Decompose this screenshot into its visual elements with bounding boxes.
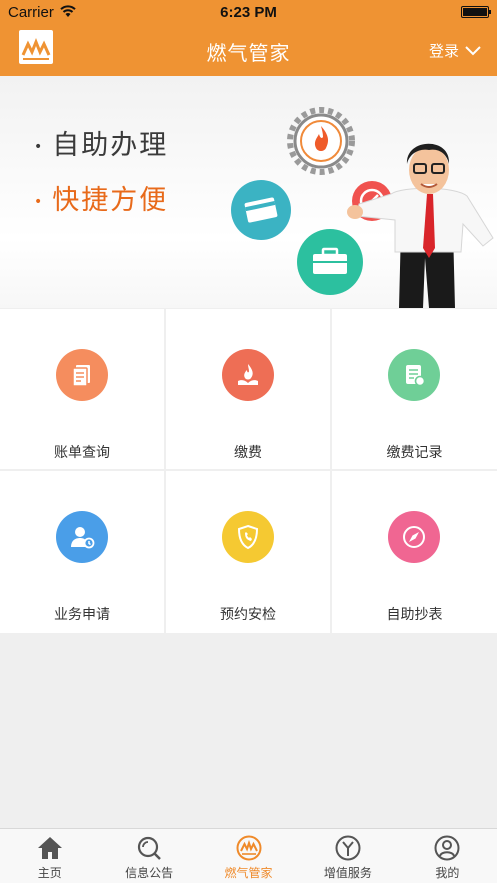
service-business-apply[interactable]: 业务申请 [0,471,164,633]
tab-label: 燃气管家 [224,866,273,880]
tab-label: 增值服务 [323,866,372,880]
service-payment[interactable]: 缴费 [166,309,330,469]
tab-home[interactable]: 主页 [0,829,99,883]
login-label: 登录 [428,42,459,60]
navigation-bar: Carrier 6:23 PM 燃气管家 登录 [0,0,497,76]
battery-icon [461,6,491,18]
service-label: 预约安检 [220,607,276,623]
value-service-icon [335,835,361,861]
tab-label: 我的 [435,866,460,880]
chevron-down-icon [465,45,481,55]
service-label: 缴费记录 [386,445,443,461]
home-icon [37,837,62,859]
mascot-illustration [347,143,494,308]
service-grid: 账单查询 缴费 缴费记录 业务申请 预约安检 自助抄表 [0,309,497,633]
tab-label: 主页 [37,866,62,880]
tab-label: 信息公告 [125,866,174,880]
gas-logo-icon [236,835,262,861]
bill-icon [56,349,108,401]
service-payment-records[interactable]: 缴费记录 [332,309,497,469]
slogan-self-service: • 自助办理 [34,130,169,161]
service-label: 业务申请 [54,607,110,623]
record-icon [388,349,440,401]
bank-card-icon [231,180,291,240]
tab-bar: 主页 信息公告 燃气管家 增值服务 我的 [0,828,497,883]
tab-gas-butler[interactable]: 燃气管家 [199,829,298,883]
login-button[interactable]: 登录 [429,40,481,61]
promo-banner[interactable]: • 自助办理 • 快捷方便 [0,76,497,308]
tab-profile[interactable]: 我的 [398,829,497,883]
tab-announcements[interactable]: 信息公告 [99,829,198,883]
service-self-meter-reading[interactable]: 自助抄表 [332,471,497,633]
service-bill-query[interactable]: 账单查询 [0,309,164,469]
compass-icon [388,511,440,563]
tab-value-added-services[interactable]: 增值服务 [298,829,397,883]
service-label: 缴费 [234,445,262,461]
status-bar: Carrier 6:23 PM [0,0,497,26]
service-label: 自助抄表 [386,607,443,623]
user-apply-icon [56,511,108,563]
search-icon [138,836,161,860]
service-safety-inspection[interactable]: 预约安检 [166,471,330,633]
page-title: 燃气管家 [206,41,291,65]
profile-icon [434,835,460,861]
flame-hand-icon [222,349,274,401]
slogan-fast-convenient: • 快捷方便 [34,185,169,216]
clock: 6:23 PM [220,4,277,21]
shield-phone-icon [222,511,274,563]
service-label: 账单查询 [54,445,110,461]
